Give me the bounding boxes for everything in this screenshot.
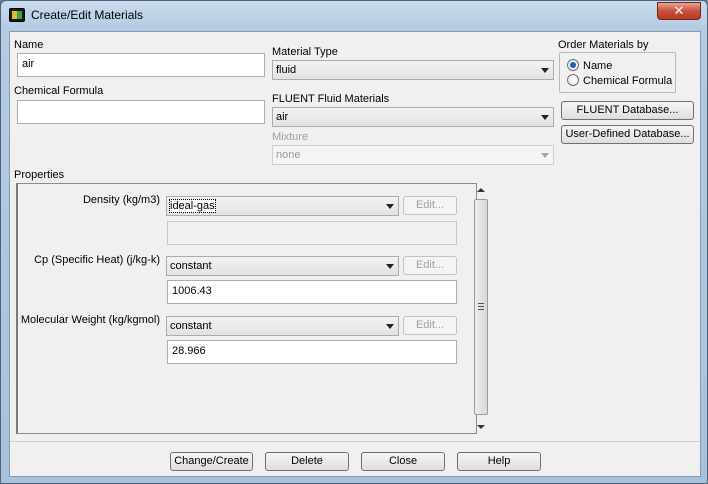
order-by-name-label: Name [583,60,613,72]
fluent-fluid-materials-select[interactable]: air [272,107,554,127]
fluent-app-icon [9,8,25,22]
dialog-client-area: Name air Chemical Formula Material Type … [9,31,701,477]
molecular-weight-method-value: constant [170,320,212,332]
chevron-down-icon [386,264,394,269]
cp-label: Cp (Specific Heat) (j/kg-k) [34,254,160,266]
chevron-down-icon [541,153,549,158]
order-by-name-option[interactable]: Name [567,59,612,72]
material-type-value: fluid [276,64,297,76]
density-edit-button: Edit... [403,196,457,215]
fluent-database-button[interactable]: FLUENT Database... [561,101,694,120]
create-edit-materials-window: Create/Edit Materials ✕ Name air Chemica… [0,0,708,484]
user-defined-database-button[interactable]: User-Defined Database... [561,125,694,144]
cp-method-select[interactable]: constant [166,256,399,276]
scroll-up-arrow-icon[interactable] [477,188,485,192]
name-label: Name [14,39,44,51]
window-title: Create/Edit Materials [31,8,144,22]
help-button[interactable]: Help [457,452,541,471]
mixture-label: Mixture [272,131,309,143]
order-by-group: Name Chemical Formula [559,52,676,93]
density-method-value: ideal-gas [169,199,216,213]
chevron-down-icon [386,324,394,329]
material-type-label: Material Type [272,46,338,58]
scroll-down-arrow-icon[interactable] [477,425,485,429]
density-value-field [167,221,457,245]
chevron-down-icon [386,204,394,209]
molecular-weight-method-select[interactable]: constant [166,316,399,336]
chevron-down-icon [541,68,549,73]
density-method-select[interactable]: ideal-gas [166,196,399,216]
radio-unchecked-icon [567,74,579,86]
molecular-weight-edit-button: Edit... [403,316,457,335]
mixture-select: none [272,145,554,165]
order-by-chemical-formula-option[interactable]: Chemical Formula [567,74,672,87]
close-button[interactable]: Close [361,452,445,471]
chemical-formula-label: Chemical Formula [14,85,104,97]
change-create-button[interactable]: Change/Create [170,452,253,471]
footer-separator [10,441,700,442]
molecular-weight-value-field[interactable]: 28.966 [167,340,457,364]
order-by-label: Order Materials by [558,39,649,51]
density-label: Density (kg/m3) [82,194,160,206]
fluent-fluid-materials-value: air [276,111,289,123]
window-close-button[interactable]: ✕ [657,2,701,20]
cp-edit-button: Edit... [403,256,457,275]
title-bar[interactable]: Create/Edit Materials ✕ [1,1,707,29]
cp-value-field[interactable]: 1006.43 [167,280,457,304]
properties-panel: Density (kg/m3) ideal-gas Edit... Cp (Sp… [16,183,477,434]
close-icon: ✕ [673,3,685,18]
molecular-weight-label: Molecular Weight (kg/kgmol) [20,314,160,326]
material-type-select[interactable]: fluid [272,60,554,80]
fluent-fluid-materials-label: FLUENT Fluid Materials [272,93,390,105]
grip-icon [478,303,484,310]
chevron-down-icon [541,115,549,120]
properties-label: Properties [14,169,65,181]
delete-button[interactable]: Delete [265,452,349,471]
order-by-chemical-formula-label: Chemical Formula [583,75,673,87]
radio-checked-icon [567,59,579,71]
mixture-value: none [276,149,301,161]
scrollbar-thumb[interactable] [474,199,488,415]
chemical-formula-field[interactable] [17,100,265,124]
properties-scrollbar[interactable] [473,183,489,434]
name-field[interactable]: air [17,53,265,77]
cp-method-value: constant [170,260,212,272]
